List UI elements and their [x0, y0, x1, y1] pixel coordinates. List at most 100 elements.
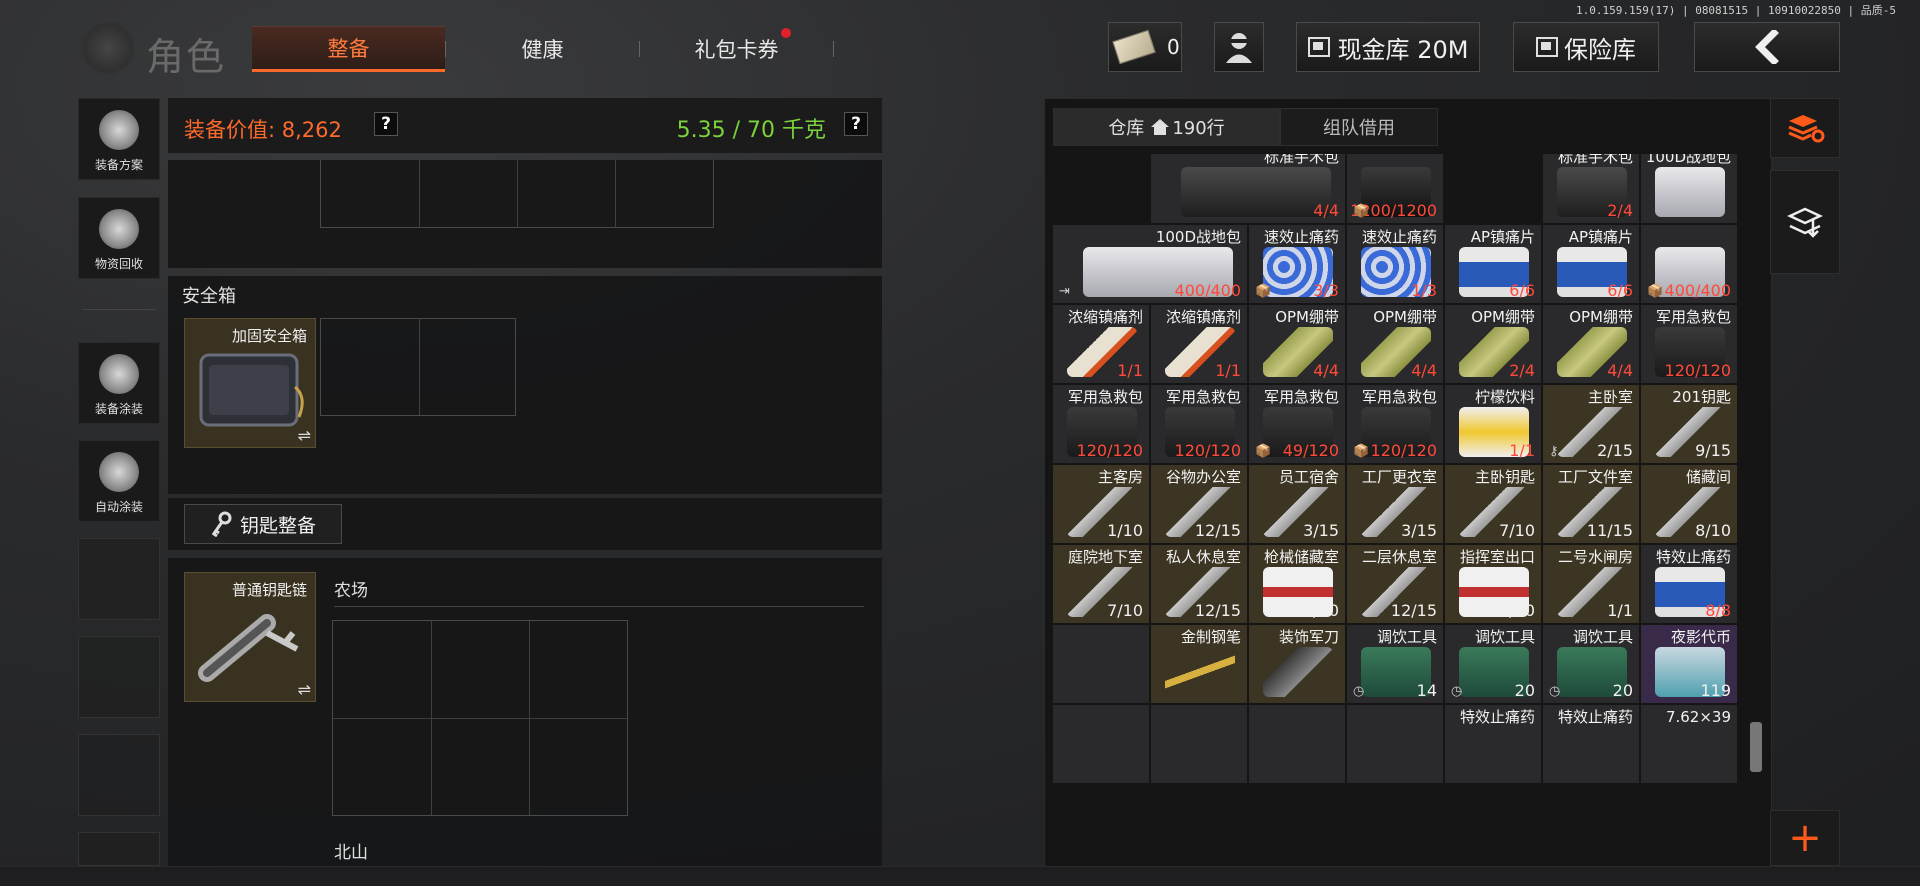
warehouse-item-slot[interactable]: 1200/1200 📦 [1346, 154, 1444, 224]
operator-avatar-button[interactable] [1214, 22, 1264, 72]
warehouse-item-slot[interactable]: 特效止痛药 [1542, 704, 1640, 784]
warehouse-item-slot[interactable]: 主卧钥匙 7/10 [1444, 464, 1542, 544]
warehouse-item-slot[interactable]: 装饰军刀 [1248, 624, 1346, 704]
warehouse-item-slot[interactable]: 调饮工具 14 ◷ [1346, 624, 1444, 704]
warehouse-item-slot[interactable]: OPM绷带 2/4 [1444, 304, 1542, 384]
warehouse-item-slot[interactable]: 指挥室出口 5/10 [1444, 544, 1542, 624]
safebox-item[interactable]: 加固安全箱 ⇌ [184, 318, 316, 448]
warehouse-item-slot[interactable]: 特效止痛药 [1444, 704, 1542, 784]
tab-gift-coupons[interactable]: 礼包卡券 [640, 26, 833, 72]
tab-team-borrow[interactable]: 组队借用 [1280, 108, 1438, 146]
warehouse-item-slot[interactable]: 100D战地包 400/400 ⇥ [1052, 224, 1248, 304]
add-button[interactable]: + [1770, 810, 1840, 866]
back-button[interactable] [1694, 22, 1840, 72]
item-count: 4/4 [1607, 361, 1633, 380]
warehouse-item-slot[interactable]: OPM绷带 4/4 [1542, 304, 1640, 384]
warehouse-item-slot[interactable]: 工厂文件室 11/15 [1542, 464, 1640, 544]
sidebar-item-recycle[interactable]: 物资回收 [78, 197, 160, 279]
item-name: 特效止痛药 [1459, 708, 1535, 726]
warehouse-item-slot[interactable]: 7.62×39 [1640, 704, 1738, 784]
warehouse-item-slot[interactable]: 速效止痛药 1/3 [1346, 224, 1444, 304]
warehouse-item-slot[interactable]: 二层休息室 12/15 [1346, 544, 1444, 624]
key-loadout-label: 钥匙整备 [239, 514, 316, 537]
item-count: 5/10 [1499, 601, 1535, 620]
warehouse-item-slot[interactable] [1052, 624, 1150, 704]
cash-vault-icon [1307, 37, 1330, 57]
tab-warehouse[interactable]: 仓库 190行 [1053, 108, 1280, 146]
item-count: 120/120 [1664, 361, 1731, 380]
item-name: OPM绷带 [1373, 308, 1437, 326]
safe-vault-button[interactable]: 保险库 [1513, 22, 1659, 72]
item-name: 特效止痛药 [1655, 548, 1731, 566]
warehouse-item-slot[interactable]: 枪械储藏室 10/10 [1248, 544, 1346, 624]
tab-loadout[interactable]: 整备 [252, 26, 445, 72]
safe-vault-icon [1536, 37, 1558, 57]
warehouse-item-slot[interactable]: 主客房 1/10 [1052, 464, 1150, 544]
item-name: 柠檬饮料 [1474, 388, 1535, 406]
warehouse-item-slot[interactable]: 二号水闸房 1/1 [1542, 544, 1640, 624]
region-north-label: 北山 [334, 843, 368, 863]
warehouse-item-slot[interactable]: OPM绷带 4/4 [1346, 304, 1444, 384]
sidebar-item-loadout-plans[interactable]: 装备方案 [78, 98, 160, 180]
warehouse-item-slot[interactable]: 调饮工具 20 ◷ [1444, 624, 1542, 704]
tab-health[interactable]: 健康 [446, 26, 639, 72]
warehouse-item-slot[interactable]: 浓缩镇痛剂 1/1 [1150, 304, 1248, 384]
money-button[interactable]: 0 [1108, 22, 1182, 72]
warehouse-item-slot[interactable]: 工厂更衣室 3/15 [1346, 464, 1444, 544]
swap-icon[interactable]: ⇌ [298, 680, 311, 699]
item-status-icon: 📦 [1255, 444, 1272, 459]
warehouse-item-slot[interactable]: 庭院地下室 7/10 [1052, 544, 1150, 624]
sidebar-item-auto-skin[interactable]: 自动涂装 [78, 440, 160, 522]
warehouse-item-slot[interactable]: 400/400 📦 [1640, 224, 1738, 304]
sidebar-item-skin[interactable]: 装备涂装 [78, 342, 160, 424]
warehouse-item-slot[interactable]: 军用急救包 120/120 📦 [1346, 384, 1444, 464]
warehouse-item-slot[interactable]: 柠檬饮料 1/1 [1444, 384, 1542, 464]
warehouse-item-slot[interactable]: 军用急救包 49/120 📦 [1248, 384, 1346, 464]
warehouse-item-slot[interactable]: 谷物办公室 12/15 [1150, 464, 1248, 544]
warehouse-grid: 标准手术包 4/4 1200/1200 📦 标准手术包 2/4 100D战地包 100D战地包… [1052, 154, 1744, 870]
warehouse-scrollbar[interactable] [1750, 722, 1762, 772]
warehouse-item-slot[interactable]: 标准手术包 4/4 [1150, 154, 1346, 224]
warehouse-item-slot[interactable]: 100D战地包 [1640, 154, 1738, 224]
warehouse-item-slot[interactable]: 夜影代币 119 [1640, 624, 1738, 704]
warehouse-item-slot[interactable]: 201钥匙 9/15 [1640, 384, 1738, 464]
value-help-button[interactable]: ? [374, 112, 398, 136]
warehouse-item-slot[interactable]: 金制钢笔 [1150, 624, 1248, 704]
safe-vault-label: 保险库 [1564, 35, 1636, 64]
warehouse-item-slot[interactable]: 浓缩镇痛剂 1/1 [1052, 304, 1150, 384]
key-loadout-button[interactable]: 钥匙整备 [184, 504, 342, 544]
loadout-value-bar: 装备价值: 8,262 ? 5.35 / 70 千克 ? [168, 98, 882, 154]
warehouse-item-slot[interactable]: 私人休息室 12/15 [1150, 544, 1248, 624]
warehouse-item-slot[interactable] [1150, 704, 1248, 784]
item-status-icon: ⇥ [1059, 284, 1070, 299]
farm-key-grid[interactable] [332, 620, 628, 816]
item-count: 6/6 [1607, 281, 1633, 300]
stack-items-button[interactable] [1770, 170, 1840, 274]
weight-help-button[interactable]: ? [844, 112, 868, 136]
warehouse-item-slot[interactable] [1248, 704, 1346, 784]
warehouse-item-slot[interactable]: 军用急救包 120/120 [1150, 384, 1248, 464]
warehouse-item-slot[interactable]: 员工宿舍 3/15 [1248, 464, 1346, 544]
warehouse-item-slot[interactable]: 标准手术包 2/4 [1542, 154, 1640, 224]
warehouse-item-slot[interactable]: OPM绷带 4/4 [1248, 304, 1346, 384]
item-name: 主客房 [1097, 468, 1143, 486]
warehouse-item-slot[interactable] [1346, 704, 1444, 784]
warehouse-item-slot[interactable]: 军用急救包 120/120 [1052, 384, 1150, 464]
warehouse-item-slot[interactable]: 储藏间 8/10 [1640, 464, 1738, 544]
swap-icon[interactable]: ⇌ [298, 426, 311, 445]
backpack-grid[interactable] [320, 160, 714, 228]
sort-button[interactable] [1770, 98, 1840, 158]
warehouse-item-slot[interactable]: 特效止痛药 8/8 [1640, 544, 1738, 624]
warehouse-item-slot[interactable]: 主卧室 2/15 ⚷ [1542, 384, 1640, 464]
warehouse-item-slot[interactable]: 军用急救包 120/120 [1640, 304, 1738, 384]
warehouse-item-slot[interactable]: AP镇痛片 6/6 [1542, 224, 1640, 304]
warehouse-item-slot[interactable]: 速效止痛药 3/3 📦 [1248, 224, 1346, 304]
cash-vault-button[interactable]: 现金库 20M [1296, 22, 1480, 72]
safebox-grid[interactable] [320, 318, 516, 416]
item-count: 120/120 [1370, 441, 1437, 460]
warehouse-item-slot[interactable]: AP镇痛片 6/6 [1444, 224, 1542, 304]
warehouse-item-slot[interactable]: 调饮工具 20 ◷ [1542, 624, 1640, 704]
item-count: 12/15 [1390, 601, 1437, 620]
keychain-item[interactable]: 普通钥匙链 ⇌ [184, 572, 316, 702]
warehouse-item-slot[interactable] [1052, 704, 1150, 784]
